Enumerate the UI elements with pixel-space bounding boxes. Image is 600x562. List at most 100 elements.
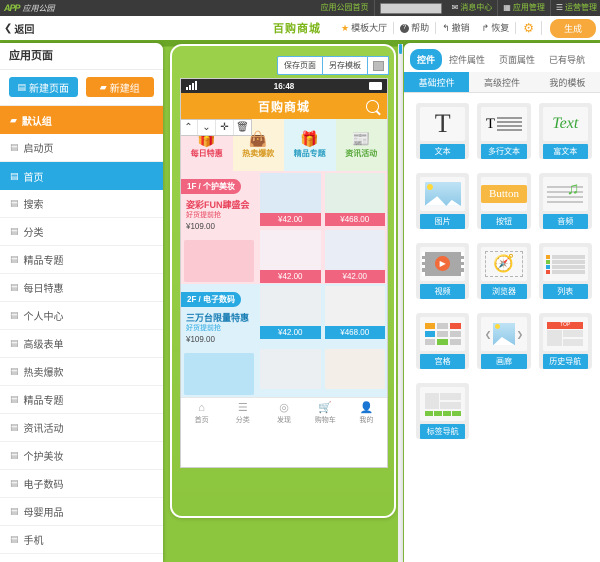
topnav-item-operations[interactable]: ☰ 运营管理 <box>551 0 600 16</box>
save-template-button[interactable]: 另存模板 <box>322 56 368 75</box>
tabbar-label: 我的 <box>359 416 374 424</box>
category-label: 热卖爆款 <box>242 148 275 158</box>
sidebar-item-6[interactable]: ▤ 每日特惠 <box>0 274 163 302</box>
category-tile-3[interactable]: 📰 资讯活动 <box>335 119 387 171</box>
product-cell-1[interactable]: ¥468.00 <box>323 284 388 347</box>
phone-tab-bar: ⌂ 首页 ☰ 分类 ◎ 发现 🛒 购物车 👤 我的 <box>181 397 387 428</box>
widget-button[interactable]: Button 按钮 <box>477 173 531 229</box>
tabbar-icon: ⌂ <box>198 401 205 414</box>
widget-label: 多行文本 <box>481 144 527 159</box>
tabbar-item-1[interactable]: ☰ 分类 <box>222 398 263 428</box>
floor-subtitle: 好货提前抢 <box>186 212 221 219</box>
category-tile-2[interactable]: 🎁 精品专题 <box>284 119 336 171</box>
new-group-button[interactable]: ▰ 新建组 <box>85 77 154 97</box>
sidebar-item-9[interactable]: ▤ 热卖爆款 <box>0 358 163 386</box>
sidebar-item-14[interactable]: ▤ 母婴用品 <box>0 498 163 526</box>
tabbar-icon: 🛒 <box>318 401 333 414</box>
sidebar-item-7[interactable]: ▤ 个人中心 <box>0 302 163 330</box>
widget-history-nav[interactable]: TOP 历史导航 <box>538 313 592 369</box>
widget-video[interactable]: ▶ 视频 <box>416 243 470 299</box>
add-icon[interactable]: ✛ <box>216 120 234 135</box>
topnav-item-messages[interactable]: ✉ 消息中心 <box>447 0 499 16</box>
floor-image <box>184 240 254 282</box>
redo-button[interactable]: ↱ 恢复 <box>476 22 517 34</box>
sidebar-item-3[interactable]: ▤ 搜索 <box>0 190 163 218</box>
widget-grid[interactable]: 宫格 <box>416 313 470 369</box>
sidebar-item-10[interactable]: ▤ 精品专题 <box>0 386 163 414</box>
preview-icon[interactable] <box>367 56 389 75</box>
widget-multiline-text[interactable]: T 多行文本 <box>477 103 531 159</box>
sidebar-item-0[interactable]: ▰ 默认组 <box>0 106 163 134</box>
widget-gallery[interactable]: ❮ ❯ 画廊 <box>477 313 531 369</box>
topnav-item-app-management[interactable]: ▦ 应用管理 <box>498 0 551 16</box>
signal-icon <box>186 81 197 90</box>
delete-icon[interactable]: 🗑 <box>234 120 251 135</box>
product-cell-0[interactable]: ¥42.00 <box>258 171 323 228</box>
sidebar-item-11[interactable]: ▤ 资讯活动 <box>0 414 163 442</box>
undo-button[interactable]: ↰ 撤销 <box>436 22 476 34</box>
panel-tab-0[interactable]: 控件 <box>410 48 443 70</box>
template-hall-button[interactable]: ★ 模板大厅 <box>335 22 395 34</box>
move-up-icon[interactable]: ⌃ <box>181 120 198 135</box>
panel-tab-3[interactable]: 已有导航 <box>542 49 592 70</box>
product-cell-3[interactable]: ¥42.00 <box>323 228 388 285</box>
sidebar-item-16[interactable]: ▤电脑 <box>0 554 163 562</box>
folder-plus-icon: ▰ <box>99 81 107 92</box>
panel-scrollbar-track[interactable] <box>398 44 403 562</box>
multiline-text-icon: T <box>481 107 527 141</box>
help-button[interactable]: ? 帮助 <box>394 22 437 34</box>
tabbar-item-2[interactable]: ◎ 发现 <box>263 398 304 428</box>
sidebar-item-1[interactable]: ▤ 启动页 <box>0 134 163 162</box>
sidebar-item-15[interactable]: ▤ 手机 <box>0 526 163 554</box>
sidebar-item-4[interactable]: ▤ 分类 <box>0 218 163 246</box>
panel-scrollbar-thumb[interactable] <box>399 44 402 54</box>
save-page-button[interactable]: 保存页面 <box>277 56 323 75</box>
sidebar-item-label: 精品专题 <box>23 396 64 407</box>
panel-tab-1[interactable]: 控件属性 <box>442 49 492 70</box>
sidebar-item-2[interactable]: ▤ 首页 <box>0 162 163 190</box>
panel-subtab-2[interactable]: 我的模板 <box>535 72 600 92</box>
page-list: ▰ 默认组 ▤ 启动页 ▤ 首页 ▤ 搜索 ▤ 分类 ▤ 精品专题 ▤ 每日特惠 ▤ 个人中心 ▤ 高级表单 ▤ 热卖… <box>0 105 163 562</box>
generate-button[interactable]: 生成 <box>549 18 596 38</box>
product-cell-2[interactable]: ¥42.00 <box>258 228 323 285</box>
widget-audio[interactable]: ♫ 音频 <box>538 173 592 229</box>
global-search-input[interactable] <box>379 2 442 14</box>
product-cell-0[interactable]: ¥42.00 <box>258 284 323 347</box>
tabbar-item-4[interactable]: 👤 我的 <box>346 398 387 428</box>
sidebar-item-13[interactable]: ▤ 电子数码 <box>0 470 163 498</box>
tabbar-label: 发现 <box>277 416 291 424</box>
sidebar-item-8[interactable]: ▤ 高级表单 <box>0 330 163 358</box>
widget-cell-5: ♫ 音频 <box>535 169 596 239</box>
product-cell-3[interactable] <box>323 347 388 397</box>
widget-tab-nav[interactable]: 标签导航 <box>416 383 470 439</box>
product-cell-2[interactable] <box>258 347 323 397</box>
move-down-icon[interactable]: ⌄ <box>198 120 216 135</box>
panel-tab-2[interactable]: 页面属性 <box>492 49 542 70</box>
floor-title: 姿彩FUN肆盛会 <box>186 200 250 210</box>
widget-browser[interactable]: 🧭 浏览器 <box>477 243 531 299</box>
search-icon[interactable] <box>366 99 379 113</box>
widget-rich-text[interactable]: Text 富文本 <box>538 103 592 159</box>
panel-subtab-0[interactable]: 基础控件 <box>404 72 470 92</box>
tabbar-label: 首页 <box>194 416 209 424</box>
widget-text[interactable]: T 文本 <box>416 103 470 159</box>
sidebar-item-5[interactable]: ▤ 精品专题 <box>0 246 163 274</box>
panel-subtab-1[interactable]: 高级控件 <box>469 72 534 92</box>
settings-gear-icon[interactable]: ⚙ <box>516 21 542 35</box>
browser-icon: 🧭 <box>481 247 527 281</box>
tabbar-item-0[interactable]: ⌂ 首页 <box>181 398 222 428</box>
product-price: ¥42.00 <box>324 270 385 283</box>
new-page-button[interactable]: ▤ 新建页面 <box>9 77 78 97</box>
tabbar-item-3[interactable]: 🛒 购物车 <box>305 398 346 428</box>
sidebar-item-12[interactable]: ▤ 个护美妆 <box>0 442 163 470</box>
widget-list[interactable]: 列表 <box>538 243 592 299</box>
product-cell-1[interactable]: ¥468.00 <box>323 171 388 228</box>
widget-image[interactable]: 图片 <box>416 173 470 229</box>
floor-section-0[interactable]: 1F / 个护美妆 姿彩FUN肆盛会 好货提前抢 ¥109.00 ¥42.00 ¥468.… <box>181 171 387 284</box>
floor-section-1[interactable]: 2F / 电子数码 三万台限量特惠 好货提前抢 ¥109.00 ¥42.00 ¥468.0… <box>181 284 387 397</box>
back-button[interactable]: ❮ 返回 <box>4 21 34 36</box>
topnav-item-home[interactable]: 应用公园首页 <box>316 0 375 16</box>
site-logo[interactable]: APP 应用公园 <box>4 3 55 14</box>
help-label: 帮助 <box>411 23 430 33</box>
floor-products: ¥42.00 ¥468.00 <box>258 284 387 397</box>
